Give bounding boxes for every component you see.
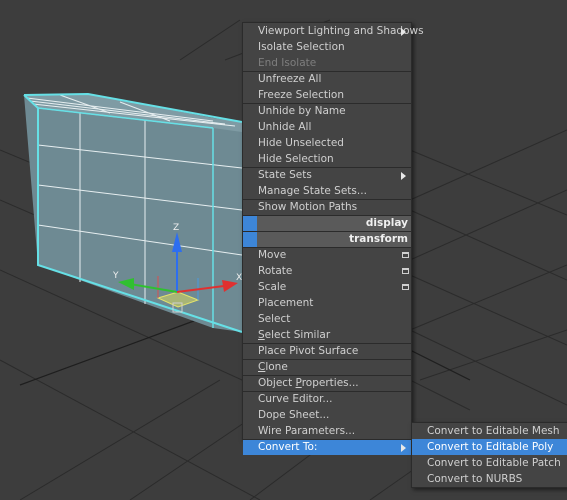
menu-item-label: Wire Parameters... (258, 425, 356, 437)
menu-item-label: Convert To: (258, 441, 318, 453)
menu-item-label: Convert to Editable Poly (427, 441, 554, 453)
menu-item-unhide-by-name[interactable]: Unhide by Name (243, 103, 411, 119)
menu-item-label: Move (258, 249, 287, 261)
menu-item-place-pivot-surface[interactable]: Place Pivot Surface (243, 343, 411, 359)
options-dialog-icon[interactable] (402, 252, 409, 258)
menu-item-isolate-selection[interactable]: Isolate Selection (243, 39, 411, 55)
quad-color-marker (243, 216, 257, 231)
menu-item-placement[interactable]: Placement (243, 295, 411, 311)
menu-item-convert-to-nurbs[interactable]: Convert to NURBS (412, 471, 567, 487)
menu-item-label: Select (258, 313, 291, 325)
menu-item-label: Convert to Editable Patch (427, 457, 561, 469)
options-dialog-icon[interactable] (402, 284, 409, 290)
submenu-arrow-icon (401, 444, 406, 452)
menu-item-label: Convert to NURBS (427, 473, 523, 485)
menu-item-wire-parameters[interactable]: Wire Parameters... (243, 423, 411, 439)
menu-item-unfreeze-all[interactable]: Unfreeze All (243, 71, 411, 87)
menu-item-label: Rotate (258, 265, 293, 277)
menu-item-convert-to[interactable]: Convert To: (243, 439, 411, 455)
menu-item-label: Curve Editor... (258, 393, 333, 405)
submenu-arrow-icon (401, 28, 406, 36)
menu-item-unhide-all[interactable]: Unhide All (243, 119, 411, 135)
submenu-arrow-icon (401, 172, 406, 180)
menu-item-state-sets[interactable]: State Sets (243, 167, 411, 183)
menu-item-label: transform (349, 233, 408, 245)
menu-item-show-motion-paths[interactable]: Show Motion Paths (243, 199, 411, 215)
convert-to-submenu: Convert to Editable Mesh Convert to Edita… (411, 422, 567, 488)
menu-item-hide-selection[interactable]: Hide Selection (243, 151, 411, 167)
menu-item-label: End Isolate (258, 57, 317, 69)
menu-item-label: Freeze Selection (258, 89, 344, 101)
menu-item-clone[interactable]: Clone (243, 359, 411, 375)
menu-item-label: Select Similar (258, 329, 331, 341)
z-axis-label: Z (173, 223, 179, 233)
menu-item-object-properties[interactable]: Object Properties... (243, 375, 411, 391)
menu-item-viewport-lighting-and-shadows[interactable]: Viewport Lighting and Shadows (243, 23, 424, 39)
menu-item-select-similar[interactable]: Select Similar (243, 327, 411, 343)
menu-item-label: Place Pivot Surface (258, 345, 359, 357)
menu-item-label: Hide Unselected (258, 137, 344, 149)
menu-item-label: Unhide All (258, 121, 312, 133)
menu-item-label: Manage State Sets... (258, 185, 367, 197)
menu-item-label: Hide Selection (258, 153, 334, 165)
menu-item-label: Show Motion Paths (258, 201, 358, 213)
menu-header-transform[interactable]: transform (243, 231, 411, 247)
menu-item-label: Convert to Editable Mesh (427, 425, 560, 437)
menu-item-convert-to-editable-mesh[interactable]: Convert to Editable Mesh (412, 423, 567, 439)
menu-item-label: State Sets (258, 169, 312, 181)
menu-item-freeze-selection[interactable]: Freeze Selection (243, 87, 411, 103)
quad-color-marker (243, 232, 257, 247)
menu-item-move[interactable]: Move (243, 247, 411, 263)
menu-item-convert-to-editable-poly[interactable]: Convert to Editable Poly (412, 439, 567, 455)
menu-item-dope-sheet[interactable]: Dope Sheet... (243, 407, 411, 423)
menu-item-end-isolate: End Isolate (243, 55, 411, 71)
menu-item-label: Viewport Lighting and Shadows (258, 25, 424, 37)
menu-item-label: Unhide by Name (258, 105, 346, 117)
menu-item-convert-to-editable-patch[interactable]: Convert to Editable Patch (412, 455, 567, 471)
menu-item-label: Clone (258, 361, 288, 373)
menu-item-label: Placement (258, 297, 314, 309)
menu-item-manage-state-sets[interactable]: Manage State Sets... (243, 183, 411, 199)
menu-item-label: Isolate Selection (258, 41, 345, 53)
menu-item-scale[interactable]: Scale (243, 279, 411, 295)
menu-item-curve-editor[interactable]: Curve Editor... (243, 391, 411, 407)
menu-item-label: Dope Sheet... (258, 409, 330, 421)
menu-item-select[interactable]: Select (243, 311, 411, 327)
menu-item-label: display (365, 217, 408, 229)
menu-item-label: Scale (258, 281, 287, 293)
menu-item-label: Object Properties... (258, 377, 359, 389)
menu-item-hide-unselected[interactable]: Hide Unselected (243, 135, 411, 151)
menu-item-rotate[interactable]: Rotate (243, 263, 411, 279)
menu-header-display[interactable]: display (243, 215, 411, 231)
menu-item-label: Unfreeze All (258, 73, 322, 85)
quad-menu: Viewport Lighting and Shadows Isolate Sel… (242, 22, 424, 455)
options-dialog-icon[interactable] (402, 268, 409, 274)
y-axis-label: Y (112, 271, 119, 281)
